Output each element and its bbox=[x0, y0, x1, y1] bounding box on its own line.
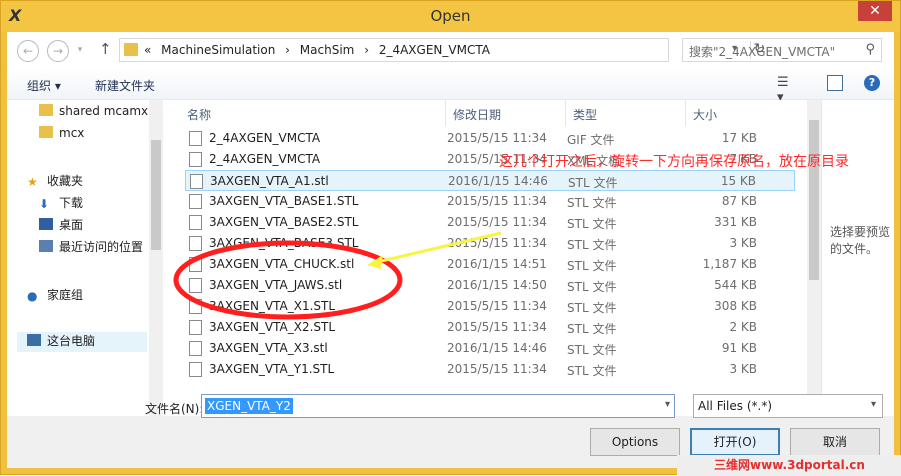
annotation-arrow bbox=[372, 231, 502, 265]
highlight-ellipse bbox=[173, 240, 403, 320]
open-dialog: X Open ✕ ← → ▾ ↑ « MachineSimulation › M… bbox=[0, 0, 901, 476]
annotation-text: 这几个打开之后，旋转一下方向再保存原名，放在原目录 bbox=[499, 154, 849, 170]
annotation-overlay bbox=[173, 231, 502, 320]
watermark: 三维网www.3dportal.cn bbox=[677, 455, 901, 476]
